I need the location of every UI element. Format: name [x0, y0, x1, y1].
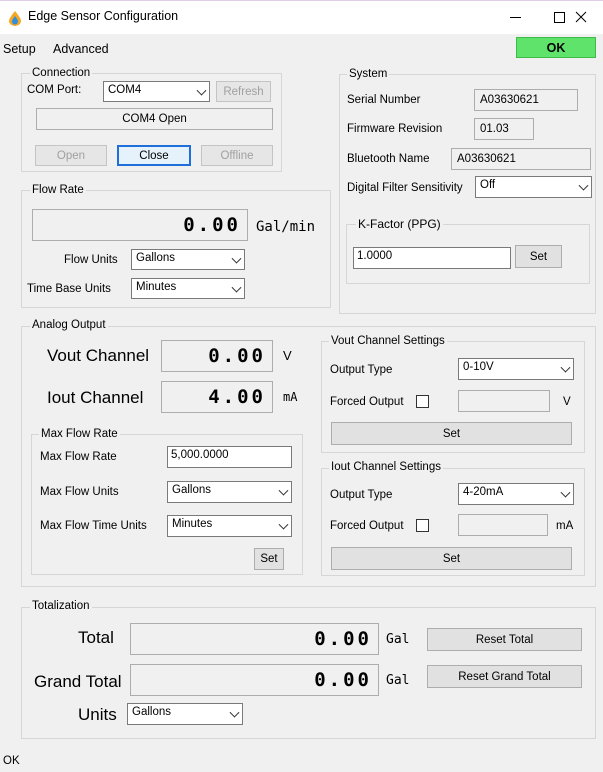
totalization-units-value: Gallons	[132, 706, 171, 718]
vout-forced-unit: V	[563, 396, 571, 408]
offline-button[interactable]: Offline	[201, 145, 273, 166]
connection-status: COM4 Open	[36, 108, 273, 130]
close-button[interactable]: Close	[117, 145, 191, 166]
max-flow-time-select[interactable]: Minutes	[167, 515, 292, 537]
vout-settings-legend: Vout Channel Settings	[329, 335, 447, 347]
serial-number-label: Serial Number	[347, 94, 421, 106]
com-port-select[interactable]: COM4	[103, 81, 210, 102]
close-icon	[575, 11, 587, 23]
refresh-button[interactable]: Refresh	[216, 81, 271, 102]
iout-forced-unit: mA	[556, 520, 574, 532]
bluetooth-value: A03630621	[451, 148, 591, 170]
max-flow-set-button[interactable]: Set	[254, 548, 284, 570]
reset-total-button[interactable]: Reset Total	[427, 628, 582, 651]
flow-rate-legend: Flow Rate	[30, 184, 86, 196]
iout-settings-legend: Iout Channel Settings	[329, 461, 443, 473]
iout-forced-label: Forced Output	[330, 520, 404, 532]
time-base-label: Time Base Units	[27, 283, 111, 295]
iout-unit: mA	[283, 390, 298, 404]
chevron-down-icon	[196, 85, 207, 96]
chevron-down-icon	[229, 707, 240, 718]
chevron-down-icon	[231, 253, 242, 264]
max-flow-legend: Max Flow Rate	[39, 428, 120, 440]
ok-button[interactable]: OK	[516, 37, 596, 58]
grand-total-unit: Gal	[386, 673, 410, 688]
vout-set-button[interactable]: Set	[331, 422, 572, 445]
kfactor-set-button[interactable]: Set	[515, 245, 562, 268]
reset-grand-total-button[interactable]: Reset Grand Total	[427, 665, 582, 688]
max-flow-units-value: Gallons	[172, 484, 211, 496]
vout-forced-label: Forced Output	[330, 396, 404, 408]
com-port-label: COM Port:	[27, 84, 82, 96]
flow-units-select[interactable]: Gallons	[131, 249, 245, 270]
kfactor-input[interactable]: 1.0000	[353, 247, 511, 269]
connection-legend: Connection	[30, 67, 93, 79]
firmware-value: 01.03	[474, 118, 534, 140]
total-unit: Gal	[386, 632, 410, 647]
window-title: Edge Sensor Configuration	[28, 9, 179, 23]
filter-value: Off	[480, 179, 496, 191]
open-button[interactable]: Open	[35, 145, 107, 166]
flow-units-value: Gallons	[136, 252, 175, 264]
units-label: Units	[78, 705, 117, 724]
vout-unit: V	[283, 348, 292, 363]
time-base-select[interactable]: Minutes	[131, 278, 245, 299]
max-flow-rate-label: Max Flow Rate	[40, 451, 117, 463]
analog-output-legend: Analog Output	[30, 319, 108, 331]
filter-label: Digital Filter Sensitivity	[347, 182, 463, 194]
iout-display: 4.00	[161, 381, 273, 413]
vout-output-type-label: Output Type	[330, 364, 393, 376]
vout-forced-value[interactable]	[458, 390, 550, 412]
minimize-icon	[509, 16, 521, 18]
max-flow-time-label: Max Flow Time Units	[40, 520, 147, 532]
menu-setup[interactable]: Setup	[3, 42, 36, 56]
vout-display: 0.00	[161, 340, 273, 372]
totalization-units-select[interactable]: Gallons	[127, 703, 243, 725]
iout-set-button[interactable]: Set	[331, 547, 572, 570]
chevron-down-icon	[231, 282, 242, 293]
chevron-down-icon	[560, 362, 571, 373]
chevron-down-icon	[578, 180, 589, 191]
bluetooth-label: Bluetooth Name	[347, 153, 430, 165]
iout-output-type-label: Output Type	[330, 489, 393, 501]
close-window-button[interactable]	[558, 2, 603, 32]
max-flow-units-label: Max Flow Units	[40, 486, 119, 498]
max-flow-time-value: Minutes	[172, 518, 213, 530]
iout-output-type-value: 4-20mA	[463, 486, 504, 498]
status-bar: OK	[3, 755, 20, 767]
vout-forced-checkbox[interactable]	[416, 395, 429, 408]
firmware-label: Firmware Revision	[347, 123, 443, 135]
grand-total-label: Grand Total	[34, 672, 122, 691]
minimize-button[interactable]	[492, 2, 538, 32]
iout-forced-checkbox[interactable]	[416, 519, 429, 532]
max-flow-rate-input[interactable]: 5,000.0000	[167, 446, 292, 468]
kfactor-legend: K-Factor (PPG)	[356, 217, 443, 231]
iout-forced-value[interactable]	[458, 514, 548, 536]
serial-number-value: A03630621	[474, 89, 578, 111]
totalization-legend: Totalization	[30, 600, 92, 612]
vout-output-type-select[interactable]: 0-10V	[458, 358, 574, 380]
menu-advanced[interactable]: Advanced	[53, 42, 109, 56]
chevron-down-icon	[278, 519, 289, 530]
app-icon	[9, 11, 21, 26]
filter-select[interactable]: Off	[475, 176, 592, 198]
total-label: Total	[78, 628, 114, 647]
vout-label: Vout Channel	[47, 346, 150, 365]
grand-total-display: 0.00	[130, 664, 379, 696]
flow-units-label: Flow Units	[64, 254, 118, 266]
chevron-down-icon	[278, 485, 289, 496]
time-base-value: Minutes	[136, 281, 177, 293]
flow-rate-display: 0.00	[32, 209, 248, 241]
chevron-down-icon	[560, 487, 571, 498]
iout-label: Iout Channel	[47, 388, 144, 407]
com-port-value: COM4	[108, 84, 142, 96]
max-flow-units-select[interactable]: Gallons	[167, 481, 292, 503]
vout-output-type-value: 0-10V	[463, 361, 494, 373]
total-display: 0.00	[130, 623, 379, 655]
system-legend: System	[347, 68, 390, 80]
iout-output-type-select[interactable]: 4-20mA	[458, 483, 574, 505]
flow-rate-unit: Gal/min	[256, 219, 316, 235]
